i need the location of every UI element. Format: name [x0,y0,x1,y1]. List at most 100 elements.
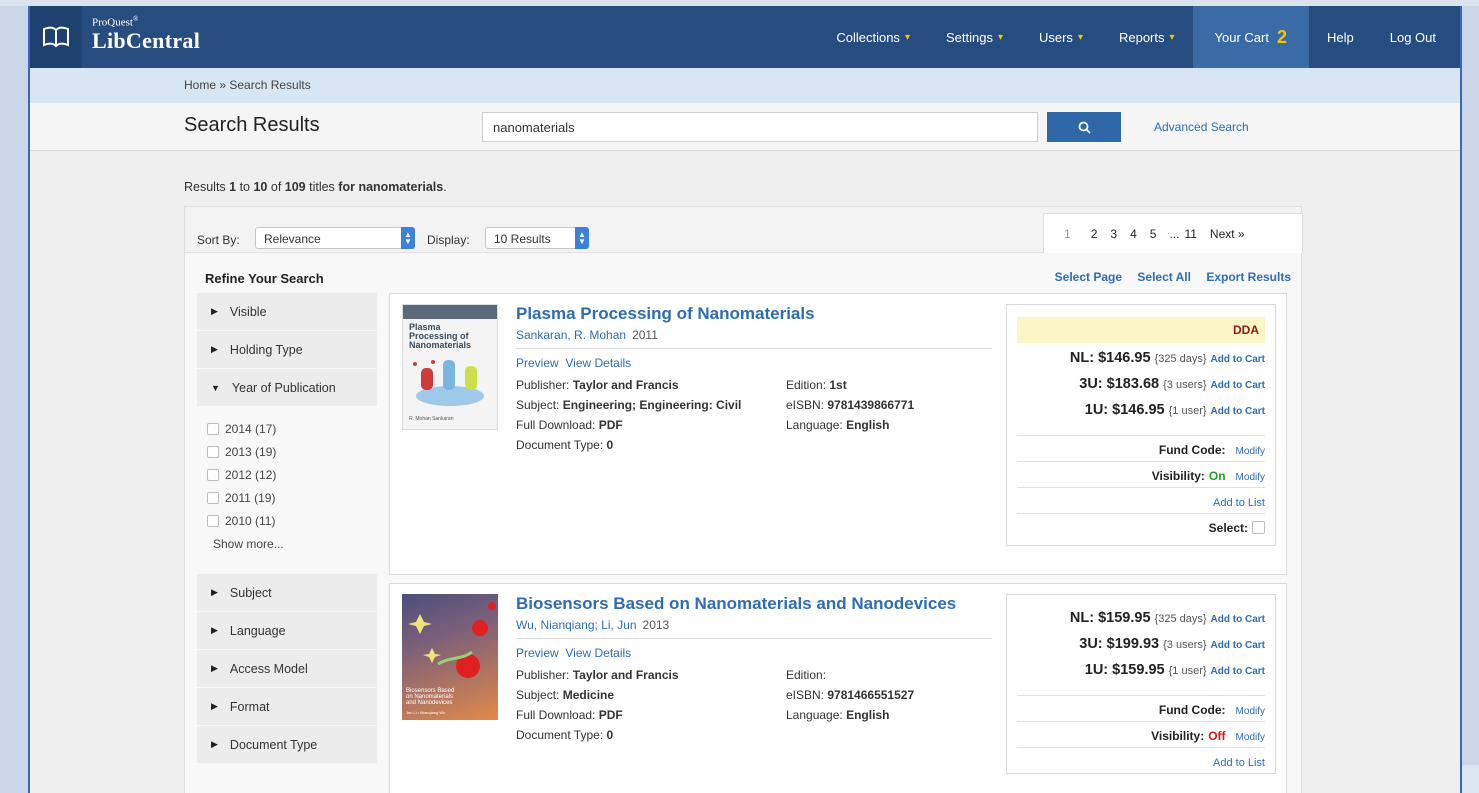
checkbox[interactable] [207,514,219,527]
next-page-link[interactable]: Next » [1210,227,1245,241]
book-logo-icon[interactable] [30,6,82,68]
facet-year-of-publication[interactable]: ▼ Year of Publication [197,369,377,407]
add-to-cart-link[interactable]: Add to Cart [1211,666,1265,677]
fund-code-label: Fund Code: [1158,443,1226,457]
add-to-list-link[interactable]: Add to List [1213,497,1265,509]
modify-link[interactable]: Modify [1236,472,1265,483]
caret-down-icon: ▾ [1169,31,1175,43]
price-label: 1U: [1084,662,1109,678]
add-to-list-link[interactable]: Add to List [1213,757,1265,769]
facet-document-type[interactable]: ▶ Document Type [197,726,377,764]
nav-help[interactable]: Help [1309,6,1372,68]
nav-reports[interactable]: Reports ▾ [1101,6,1193,68]
year-option[interactable]: 2011 (19) [207,486,377,509]
book-links: Preview View Details [516,646,631,660]
view-details-link[interactable]: View Details [565,646,631,660]
nav-collections[interactable]: Collections ▾ [818,6,928,68]
caret-down-icon: ▾ [1077,31,1083,43]
price-label: 1U: [1084,402,1109,418]
price-term: {1 user} [1168,665,1207,677]
app-window: ProQuest® LibCentral Collections ▾ Settin… [28,6,1462,793]
preview-link[interactable]: Preview [516,646,559,660]
add-to-cart-link[interactable]: Add to Cart [1211,406,1265,417]
add-to-cart-link[interactable]: Add to Cart [1211,380,1265,391]
facet-label: Language [229,623,286,638]
show-more-link[interactable]: Show more... [207,532,377,556]
cover-author: Jun Li • Nianqiang Wu [406,710,446,715]
summary-to: 10 [253,180,268,194]
pub-year: 2013 [642,618,670,632]
nav-users[interactable]: Users ▾ [1021,6,1101,68]
price-value: $159.95 [1112,662,1165,678]
search-input[interactable] [482,112,1038,142]
advanced-search-link[interactable]: Advanced Search [1154,120,1249,134]
subject-info: Subject: Engineering; Engineering: Civil [516,398,741,412]
book-title-link[interactable]: Biosensors Based on Nanomaterials and Na… [516,594,956,614]
facet-subject[interactable]: ▶ Subject [197,574,377,612]
visibility-status: On [1208,469,1226,483]
select-page-link[interactable]: Select Page [1055,270,1122,284]
search-icon [1078,121,1091,134]
book-cover-image[interactable]: Plasma Processing of Nanomaterials R. Mo… [402,304,498,430]
page-11[interactable]: 11 [1184,227,1196,241]
add-to-cart-link[interactable]: Add to Cart [1211,614,1265,625]
author-link[interactable]: Sankaran, R. Mohan [516,328,626,342]
year-option[interactable]: 2014 (17) [207,417,377,440]
price-label: 3U: [1079,636,1103,652]
select-all-link[interactable]: Select All [1137,270,1191,284]
facet-label: Holding Type [229,342,303,357]
page-3[interactable]: 3 [1110,227,1117,241]
year-option-label: 2013 (19) [225,444,277,459]
display-select[interactable]: 10 Results ▲ ▼ [485,227,589,249]
facet-visible[interactable]: ▶ Visible [197,293,377,331]
price-value: $146.95 [1098,350,1151,366]
year-option[interactable]: 2010 (11) [207,509,377,532]
page-5[interactable]: 5 [1150,227,1157,241]
add-to-cart-link[interactable]: Add to Cart [1211,640,1265,651]
add-to-list-row: Add to List [1017,487,1265,513]
view-details-link[interactable]: View Details [565,356,631,370]
brand-small-text: ProQuest [92,16,133,29]
page-4[interactable]: 4 [1130,227,1137,241]
book-cover-image[interactable]: Biosensors Based on Nanomaterials and Na… [402,594,498,720]
triangle-right-icon: ▶ [211,625,218,635]
checkbox[interactable] [207,445,219,458]
sort-select[interactable]: Relevance ▲ ▼ [255,227,415,249]
checkbox[interactable] [207,422,219,435]
export-results-link[interactable]: Export Results [1206,270,1291,284]
nav-settings-label: Settings [945,29,993,45]
facet-access-model[interactable]: ▶ Access Model [197,650,377,688]
author-link[interactable]: Wu, Nianqiang; Li, Jun [516,618,637,632]
facet-holding-type[interactable]: ▶ Holding Type [197,331,377,369]
select-checkbox[interactable] [1252,521,1265,534]
page-2[interactable]: 2 [1091,227,1098,241]
checkbox[interactable] [207,491,219,504]
meta-label: Edition: [786,668,827,682]
nav-settings[interactable]: Settings ▾ [928,6,1021,68]
triangle-right-icon: ▶ [211,344,218,354]
modify-link[interactable]: Modify [1236,706,1265,717]
nav-help-label: Help [1326,29,1354,45]
results-toolbar: Sort By: Relevance ▲ ▼ Display: 10 Result… [185,207,1303,253]
book-title-link[interactable]: Plasma Processing of Nanomaterials [516,304,815,324]
checkbox[interactable] [207,468,219,481]
year-option[interactable]: 2012 (12) [207,463,377,486]
add-to-cart-link[interactable]: Add to Cart [1211,354,1265,365]
brand-logo[interactable]: ProQuest® LibCentral [92,14,200,53]
search-button[interactable] [1047,112,1121,142]
language-info: Language: English [786,708,889,722]
summary-for-word: for [338,180,355,194]
nav-log-out[interactable]: Log Out [1372,6,1460,68]
year-option[interactable]: 2013 (19) [207,440,377,463]
modify-link[interactable]: Modify [1236,446,1265,457]
facet-format[interactable]: ▶ Format [197,688,377,726]
preview-link[interactable]: Preview [516,356,559,370]
breadcrumb[interactable]: Home » Search Results [184,78,311,92]
book-author: Wu, Nianqiang; Li, Jun 2013 [516,618,669,632]
meta-label: Full Download: [516,418,596,432]
nav-your-cart[interactable]: Your Cart 2 [1192,6,1309,68]
modify-link[interactable]: Modify [1236,732,1265,743]
facet-label: Year of Publication [231,380,336,395]
facet-language[interactable]: ▶ Language [197,612,377,650]
price-value: $199.93 [1106,636,1160,652]
